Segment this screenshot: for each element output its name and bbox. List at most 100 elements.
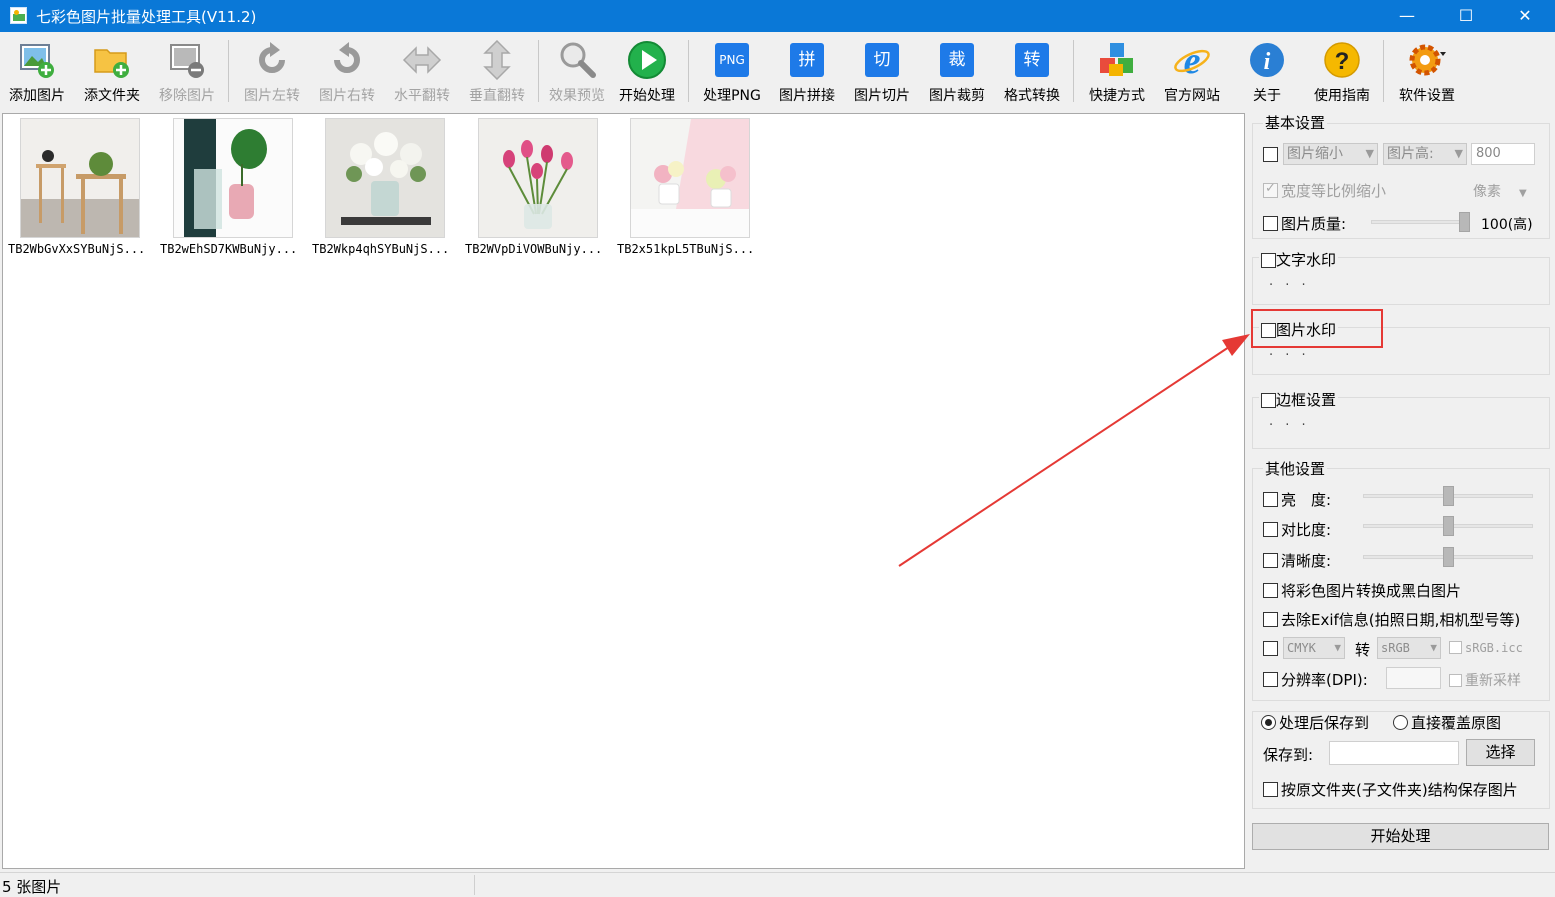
brightness-slider-thumb[interactable] bbox=[1443, 486, 1454, 506]
text-watermark-checkbox[interactable] bbox=[1261, 253, 1276, 268]
guide-button[interactable]: ? 使用指南 bbox=[1305, 38, 1379, 106]
image-thumbnail[interactable] bbox=[20, 118, 140, 238]
quality-row: 图片质量: bbox=[1263, 213, 1346, 234]
color-from-select[interactable]: CMYK ▼ bbox=[1283, 637, 1345, 659]
toolbar: 添加图片 添文件夹 移除图片 图片左转 图片右转 水平翻转 垂直翻转 效果预览 … bbox=[0, 32, 1555, 108]
resample-row: 重新采样 bbox=[1449, 670, 1521, 690]
minimize-button[interactable]: — bbox=[1378, 0, 1436, 32]
svg-text:?: ? bbox=[1335, 48, 1350, 75]
border-more[interactable]: · · · bbox=[1269, 418, 1310, 433]
sharpness-label: 清晰度: bbox=[1281, 552, 1332, 570]
flip-horizontal-button[interactable]: 水平翻转 bbox=[385, 38, 459, 106]
resize-checkbox[interactable] bbox=[1263, 147, 1278, 162]
dpi-input[interactable] bbox=[1386, 667, 1441, 689]
color-convert-checkbox[interactable] bbox=[1263, 641, 1278, 656]
start-process-toolbar-button[interactable]: 开始处理 bbox=[610, 38, 684, 106]
add-image-button[interactable]: 添加图片 bbox=[0, 38, 74, 106]
icc-row: sRGB.icc bbox=[1449, 640, 1523, 655]
image-thumbnail[interactable] bbox=[325, 118, 445, 238]
rotate-right-button[interactable]: 图片右转 bbox=[310, 38, 384, 106]
cubes-icon bbox=[1100, 43, 1133, 76]
stitch-button[interactable]: 拼 图片拼接 bbox=[770, 38, 844, 106]
crop-button[interactable]: 裁 图片裁剪 bbox=[920, 38, 994, 106]
close-button[interactable]: ✕ bbox=[1496, 0, 1554, 32]
contrast-checkbox[interactable] bbox=[1263, 522, 1278, 537]
rotate-left-icon bbox=[259, 42, 285, 73]
image-thumbnail[interactable] bbox=[630, 118, 750, 238]
rotate-left-button[interactable]: 图片左转 bbox=[235, 38, 309, 106]
resize-mode-select[interactable]: 图片缩小 ▼ bbox=[1283, 143, 1378, 165]
text-watermark-group: 文字水印 · · · bbox=[1252, 249, 1550, 305]
image-thumbnail[interactable] bbox=[478, 118, 598, 238]
rotate-left-label: 图片左转 bbox=[244, 88, 300, 104]
preview-button[interactable]: 效果预览 bbox=[540, 38, 614, 106]
settings-button[interactable]: 软件设置 bbox=[1390, 38, 1464, 106]
keep-ratio-row: 宽度等比例缩小 bbox=[1263, 180, 1386, 201]
dpi-checkbox[interactable] bbox=[1263, 672, 1278, 687]
size-input[interactable]: 800 bbox=[1471, 143, 1535, 165]
dimension-select[interactable]: 图片高: ▼ bbox=[1383, 143, 1467, 165]
basic-settings-group: 基本设置 图片缩小▼ 图片高:▼ 800 宽度等比例缩小 像素▼ 图片质量: 1… bbox=[1252, 112, 1550, 239]
quality-slider[interactable] bbox=[1371, 212, 1470, 232]
thumbnail-picture bbox=[631, 119, 749, 237]
stitch-label: 图片拼接 bbox=[779, 88, 835, 104]
info-icon: i bbox=[1250, 43, 1284, 77]
settings-panel: 基本设置 图片缩小▼ 图片高:▼ 800 宽度等比例缩小 像素▼ 图片质量: 1… bbox=[1248, 112, 1555, 870]
border-label: 边框设置 bbox=[1276, 391, 1337, 409]
sharpness-slider-thumb[interactable] bbox=[1443, 547, 1454, 567]
slice-button[interactable]: 切 图片切片 bbox=[845, 38, 919, 106]
sharpness-checkbox[interactable] bbox=[1263, 553, 1278, 568]
border-checkbox[interactable] bbox=[1261, 393, 1276, 408]
grayscale-label: 将彩色图片转换成黑白图片 bbox=[1281, 582, 1462, 600]
icc-checkbox[interactable] bbox=[1449, 641, 1462, 654]
website-button[interactable]: e 官方网站 bbox=[1155, 38, 1229, 106]
image-watermark-more[interactable]: · · · bbox=[1269, 348, 1310, 363]
add-folder-button[interactable]: 添文件夹 bbox=[75, 38, 149, 106]
color-convert-row bbox=[1263, 639, 1278, 657]
grayscale-checkbox[interactable] bbox=[1263, 583, 1278, 598]
about-button[interactable]: i 关于 bbox=[1230, 38, 1304, 106]
quality-checkbox[interactable] bbox=[1263, 216, 1278, 231]
keep-structure-checkbox[interactable] bbox=[1263, 782, 1278, 797]
save-to-radio[interactable] bbox=[1261, 715, 1276, 730]
image-thumbnail[interactable] bbox=[173, 118, 293, 238]
other-settings-title: 其他设置 bbox=[1263, 458, 1328, 479]
brightness-slider[interactable] bbox=[1363, 486, 1533, 506]
process-png-button[interactable]: PNG 处理PNG bbox=[695, 38, 769, 106]
flip-vertical-button[interactable]: 垂直翻转 bbox=[460, 38, 534, 106]
convert-button[interactable]: 转 格式转换 bbox=[995, 38, 1069, 106]
quality-slider-thumb[interactable] bbox=[1459, 212, 1470, 232]
image-filename: TB2WbGvXxSYBuNjS... bbox=[8, 242, 146, 256]
sharpness-slider[interactable] bbox=[1363, 547, 1533, 567]
image-filename: TB2WVpDiVOWBuNjy... bbox=[465, 242, 603, 256]
color-to-select[interactable]: sRGB ▼ bbox=[1377, 637, 1441, 659]
magnifier-icon bbox=[560, 42, 596, 78]
remove-exif-label: 去除Exif信息(拍照日期,相机型号等) bbox=[1281, 611, 1521, 629]
settings-label: 软件设置 bbox=[1399, 88, 1455, 104]
brightness-checkbox[interactable] bbox=[1263, 492, 1278, 507]
contrast-row: 对比度: bbox=[1263, 519, 1331, 540]
image-list[interactable]: TB2WbGvXxSYBuNjS... TB2wEhSD7KWBuNjy... … bbox=[2, 113, 1245, 869]
save-to-option[interactable]: 处理后保存到 bbox=[1261, 712, 1369, 733]
image-filename: TB2wEhSD7KWBuNjy... bbox=[160, 242, 298, 256]
unit-select[interactable]: 像素 ▼ bbox=[1473, 181, 1527, 201]
contrast-slider-thumb[interactable] bbox=[1443, 516, 1454, 536]
shortcut-button[interactable]: 快捷方式 bbox=[1080, 38, 1154, 106]
remove-exif-checkbox[interactable] bbox=[1263, 612, 1278, 627]
maximize-button[interactable]: ☐ bbox=[1437, 0, 1495, 32]
png-icon: PNG bbox=[712, 40, 752, 80]
overwrite-option[interactable]: 直接覆盖原图 bbox=[1393, 712, 1501, 733]
text-watermark-more[interactable]: · · · bbox=[1269, 278, 1310, 293]
folder-add-icon bbox=[94, 49, 129, 78]
overwrite-radio[interactable] bbox=[1393, 715, 1408, 730]
image-filename: TB2Wkp4qhSYBuNjS... bbox=[312, 242, 450, 256]
remove-image-button[interactable]: 移除图片 bbox=[150, 38, 224, 106]
save-path-input[interactable] bbox=[1329, 741, 1459, 765]
svg-text:e: e bbox=[1184, 40, 1201, 80]
contrast-slider[interactable] bbox=[1363, 516, 1533, 536]
start-process-button[interactable]: 开始处理 bbox=[1252, 823, 1549, 850]
rotate-right-label: 图片右转 bbox=[319, 88, 375, 104]
resample-checkbox[interactable] bbox=[1449, 673, 1462, 687]
choose-folder-button[interactable]: 选择 bbox=[1466, 739, 1535, 766]
keep-ratio-checkbox[interactable] bbox=[1263, 181, 1278, 198]
